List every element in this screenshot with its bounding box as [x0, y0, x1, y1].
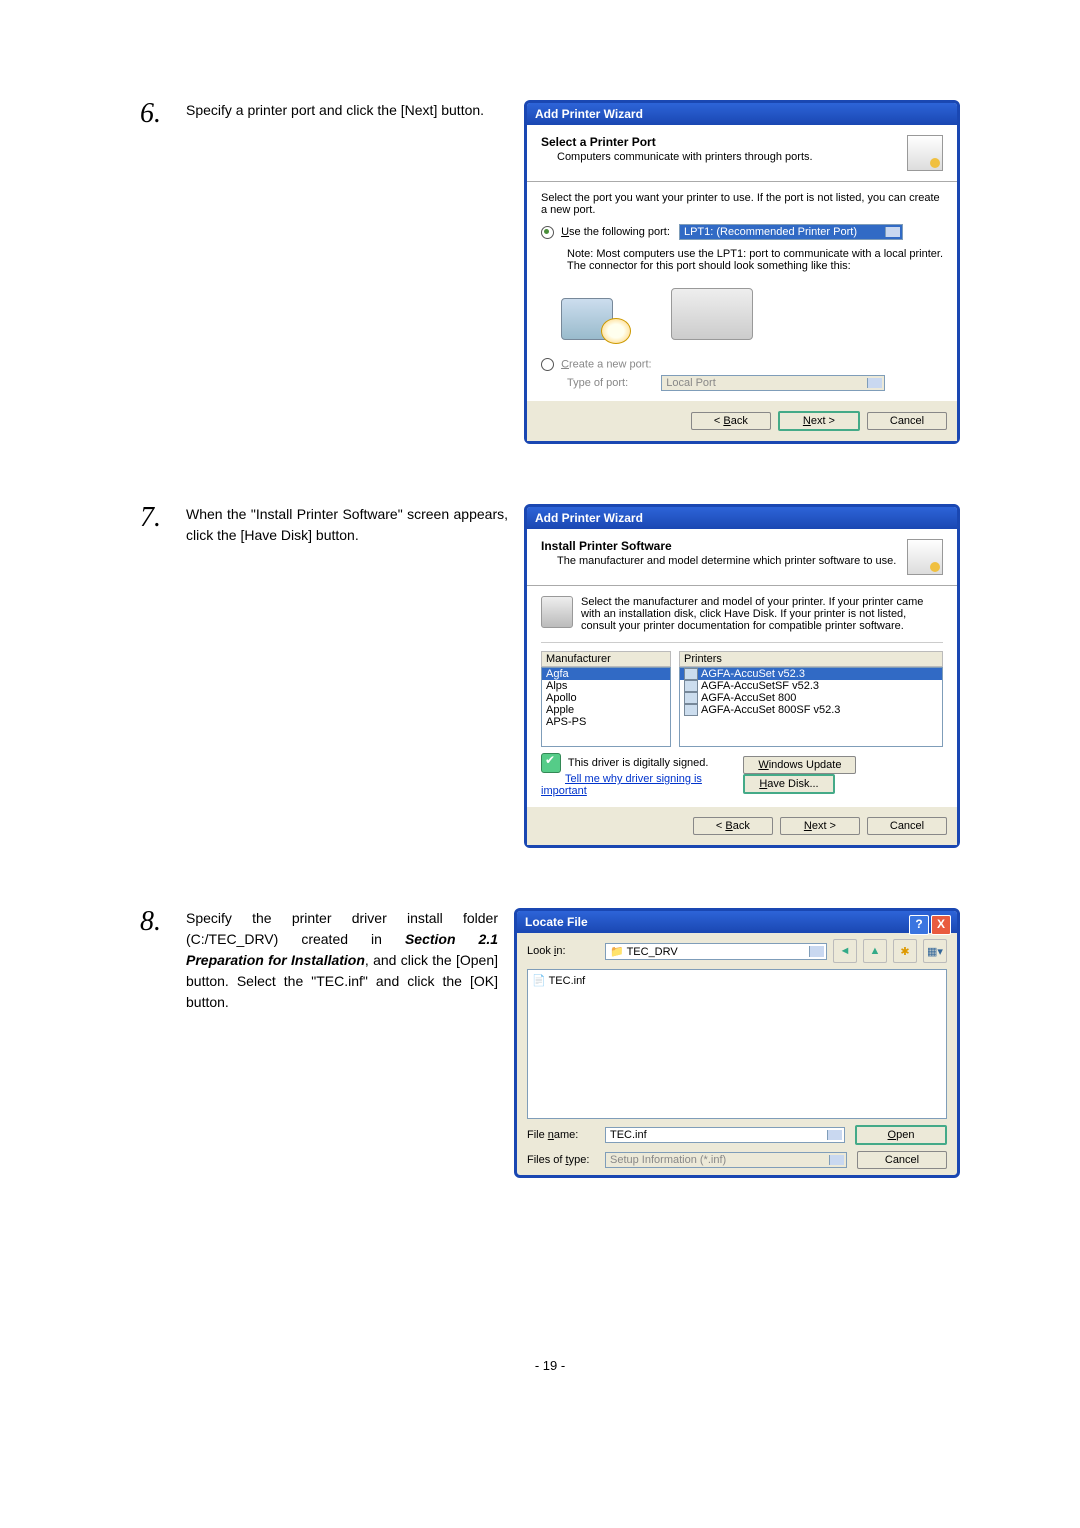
back-icon[interactable]: ◄ [833, 939, 857, 963]
printer-icon [684, 704, 698, 716]
file-item[interactable]: 📄 TEC.inf [532, 974, 942, 987]
step-text: Specify a printer port and click the [Ne… [186, 100, 508, 121]
back-button[interactable]: < Back [693, 817, 773, 835]
look-in-select[interactable]: 📁 TEC_DRV [605, 943, 827, 960]
list-item[interactable]: Agfa [542, 668, 670, 680]
wizard-subheading: The manufacturer and model determine whi… [557, 555, 896, 567]
back-button[interactable]: < Back [691, 412, 771, 430]
next-button[interactable]: Next > [778, 411, 860, 431]
wizard-subheading: Computers communicate with printers thro… [557, 151, 813, 163]
new-folder-icon[interactable]: ✱ [893, 939, 917, 963]
port-illustration [561, 278, 943, 348]
list-item[interactable]: AGFA-AccuSet 800 [680, 692, 942, 704]
windows-update-button[interactable]: Windows Update [743, 756, 856, 774]
page-number: - 19 - [140, 1358, 960, 1373]
file-list[interactable]: 📄 TEC.inf [527, 969, 947, 1119]
type-of-port-select: Local Port [661, 375, 885, 391]
printers-header: Printers [679, 651, 943, 667]
file-name-input[interactable]: TEC.inf [605, 1127, 845, 1143]
look-in-label: Look in: [527, 945, 599, 957]
close-icon[interactable]: X [931, 915, 951, 935]
file-name-label: File name: [527, 1129, 599, 1141]
signed-badge-icon [541, 753, 561, 773]
type-of-port-label: Type of port: [567, 377, 628, 389]
printer-icon [684, 680, 698, 692]
dialog-title: Add Printer Wizard [527, 103, 957, 125]
cancel-button[interactable]: Cancel [867, 817, 947, 835]
list-item[interactable]: Alps [542, 680, 670, 692]
list-item[interactable]: AGFA-AccuSet v52.3 [680, 668, 942, 680]
list-item[interactable]: Apollo [542, 692, 670, 704]
signing-info-link[interactable]: Tell me why driver signing is important [541, 773, 702, 797]
printer-header-icon [907, 539, 943, 575]
create-new-port-radio[interactable] [541, 358, 554, 371]
step-number: 6. [140, 100, 170, 128]
use-following-port-label: Use the following port: [561, 226, 670, 238]
dialog-title: Add Printer Wizard [527, 507, 957, 529]
printers-list[interactable]: AGFA-AccuSet v52.3 AGFA-AccuSetSF v52.3 … [679, 667, 943, 747]
have-disk-button[interactable]: Have Disk... [743, 774, 834, 794]
cancel-button[interactable]: Cancel [867, 412, 947, 430]
manufacturer-list[interactable]: Agfa Alps Apollo Apple APS-PS [541, 667, 671, 747]
step-text: Specify the printer driver install folde… [186, 908, 498, 1013]
manufacturer-header: Manufacturer [541, 651, 671, 667]
create-new-port-label: Create a new port: [561, 358, 652, 370]
step-number: 7. [140, 504, 170, 532]
step-text: When the "Install Printer Software" scre… [186, 504, 508, 546]
wizard-heading: Select a Printer Port [541, 135, 813, 149]
up-icon[interactable]: ▲ [863, 939, 887, 963]
views-icon[interactable]: ▦▾ [923, 939, 947, 963]
signed-text: This driver is digitally signed. [568, 757, 709, 769]
list-item[interactable]: APS-PS [542, 716, 670, 728]
wizard-heading: Install Printer Software [541, 539, 896, 553]
add-printer-wizard-port: Add Printer Wizard Select a Printer Port… [524, 100, 960, 444]
cancel-button[interactable]: Cancel [857, 1151, 947, 1169]
port-select[interactable]: LPT1: (Recommended Printer Port) [679, 224, 903, 240]
list-item[interactable]: AGFA-AccuSet 800SF v52.3 [680, 704, 942, 716]
next-button[interactable]: Next > [780, 817, 860, 835]
help-icon[interactable]: ? [909, 915, 929, 935]
printer-icon [684, 668, 698, 680]
add-printer-wizard-software: Add Printer Wizard Install Printer Softw… [524, 504, 960, 848]
printer-icon [684, 692, 698, 704]
port-note: Note: Most computers use the LPT1: port … [567, 248, 943, 272]
file-type-select: Setup Information (*.inf) [605, 1152, 847, 1168]
dialog-title: Locate File [517, 911, 957, 933]
step-number: 8. [140, 908, 170, 936]
list-item[interactable]: AGFA-AccuSetSF v52.3 [680, 680, 942, 692]
list-item[interactable]: Apple [542, 704, 670, 716]
printer-header-icon [907, 135, 943, 171]
file-type-label: Files of type: [527, 1154, 599, 1166]
tip-text: Select the manufacturer and model of you… [581, 596, 943, 632]
use-following-port-radio[interactable] [541, 226, 554, 239]
intro-text: Select the port you want your printer to… [541, 192, 943, 216]
locate-file-dialog: Locate File ? X Look in: 📁 TEC_DRV ◄ ▲ ✱… [514, 908, 960, 1178]
disk-icon [541, 596, 573, 628]
open-button[interactable]: Open [855, 1125, 947, 1145]
